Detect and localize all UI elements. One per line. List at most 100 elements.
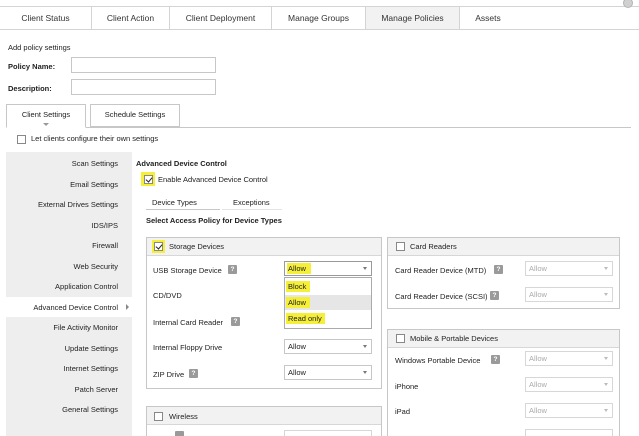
inner-tab-divider (222, 209, 282, 210)
sidebar-item-internet-settings[interactable]: Internet Settings (63, 364, 118, 373)
iphone-label: iPhone (395, 382, 419, 391)
card-reader-mtd-label: Card Reader Device (MTD) (395, 266, 487, 275)
let-clients-label: Let clients configure their own settings (31, 134, 159, 143)
chevron-right-icon (126, 304, 129, 310)
help-icon[interactable]: ? (490, 291, 499, 300)
option-allow-label: Allow (288, 298, 306, 307)
internal-floppy-dropdown[interactable]: Allow (284, 339, 372, 354)
sidebar-item-general-settings[interactable]: General Settings (62, 405, 118, 414)
policy-name-input[interactable] (71, 57, 216, 73)
tab-divider (6, 127, 631, 128)
let-clients-checkbox[interactable] (17, 135, 26, 144)
sidebar-item-web-security[interactable]: Web Security (74, 262, 118, 271)
internal-floppy-value: Allow (288, 342, 306, 351)
windows-portable-value: Allow (529, 354, 547, 363)
card-reader-mtd-dropdown[interactable]: Allow (525, 261, 613, 276)
mobile-devices-label: Mobile & Portable Devices (410, 334, 498, 343)
iphone-dropdown[interactable]: Allow (525, 377, 613, 392)
caret-down-icon (43, 123, 49, 126)
sidebar-item-email-settings[interactable]: Email Settings (70, 180, 118, 189)
usb-dropdown-options: Block Allow Read only (284, 277, 372, 329)
windows-portable-label: Windows Portable Device (395, 356, 481, 365)
sidebar-item-advanced-device-control[interactable]: Advanced Device Control (33, 303, 118, 312)
iphone-value: Allow (529, 380, 547, 389)
help-icon[interactable]: ? (189, 369, 198, 378)
tab-client-status[interactable]: Client Status (0, 7, 92, 29)
option-block-label: Block (288, 282, 307, 291)
wireless-label: Wireless (169, 412, 198, 421)
description-input[interactable] (71, 79, 216, 95)
card-reader-scsi-value: Allow (529, 290, 547, 299)
settings-sidebar: Scan Settings Email Settings External Dr… (6, 152, 132, 436)
card-reader-scsi-label: Card Reader Device (SCSI) (395, 292, 488, 301)
zip-drive-label: ZIP Drive (153, 370, 185, 379)
dropdown-option[interactable]: Block (285, 279, 371, 294)
wireless-checkbox[interactable] (154, 412, 163, 421)
usb-storage-dropdown[interactable]: Allow (284, 261, 372, 276)
tab-schedule-settings[interactable]: Schedule Settings (90, 104, 180, 127)
usb-storage-value: Allow (288, 264, 306, 273)
option-read-only-label: Read only (288, 314, 322, 323)
internal-floppy-label: Internal Floppy Drive (153, 343, 223, 352)
tab-client-settings-label: Client Settings (21, 110, 71, 119)
ipad-value: Allow (529, 406, 547, 415)
zip-drive-value: Allow (288, 368, 306, 377)
card-reader-mtd-value: Allow (529, 264, 547, 273)
mobile-next-dropdown[interactable] (525, 429, 613, 436)
tab-manage-groups[interactable]: Manage Groups (272, 7, 366, 29)
help-icon[interactable]: ? (231, 317, 240, 326)
help-icon[interactable]: ? (228, 265, 237, 274)
ipad-label: iPad (395, 407, 411, 416)
dropdown-option-selected[interactable]: Allow (285, 295, 371, 310)
tab-client-action[interactable]: Client Action (92, 7, 170, 29)
help-icon[interactable]: ? (491, 355, 500, 364)
description-label: Description: (8, 84, 52, 93)
sidebar-item-patch-server[interactable]: Patch Server (75, 385, 118, 394)
tab-assets[interactable]: Assets (460, 7, 516, 29)
inner-tab-device-types[interactable]: Device Types (152, 198, 197, 207)
access-policy-title: Select Access Policy for Device Types (146, 216, 282, 225)
inner-tab-underline (146, 209, 220, 210)
storage-devices-checkbox[interactable] (154, 242, 163, 251)
usb-storage-label: USB Storage Device (153, 266, 222, 275)
help-icon[interactable]: ? (494, 265, 503, 274)
enable-adc-label: Enable Advanced Device Control (158, 175, 268, 184)
chevron-down-icon (604, 267, 608, 270)
zip-drive-dropdown[interactable]: Allow (284, 365, 372, 380)
sidebar-item-application-control[interactable]: Application Control (55, 282, 118, 291)
tab-client-settings[interactable]: Client Settings (6, 104, 86, 128)
tab-client-deployment[interactable]: Client Deployment (170, 7, 272, 29)
storage-devices-label: Storage Devices (169, 242, 225, 251)
mobile-devices-checkbox[interactable] (396, 334, 405, 343)
dropdown-option[interactable]: Read only (285, 311, 371, 326)
windows-portable-dropdown[interactable]: Allow (525, 351, 613, 366)
chevron-down-icon (604, 293, 608, 296)
chevron-down-icon (604, 409, 608, 412)
card-readers-label: Card Readers (410, 242, 457, 251)
policy-name-label: Policy Name: (8, 62, 56, 71)
sidebar-item-scan-settings[interactable]: Scan Settings (72, 159, 118, 168)
chevron-down-icon (363, 267, 367, 270)
chevron-down-icon (604, 357, 608, 360)
chevron-down-icon (363, 371, 367, 374)
sidebar-item-external-drives-settings[interactable]: External Drives Settings (38, 200, 118, 209)
internal-card-reader-label: Internal Card Reader (153, 318, 224, 327)
card-readers-checkbox[interactable] (396, 242, 405, 251)
section-title: Add policy settings (8, 43, 71, 52)
sidebar-item-update-settings[interactable]: Update Settings (65, 344, 118, 353)
inner-tab-exceptions[interactable]: Exceptions (233, 198, 270, 207)
wireless-dropdown[interactable] (284, 430, 372, 436)
sidebar-item-file-activity-monitor[interactable]: File Activity Monitor (53, 323, 118, 332)
sidebar-item-ids-ips[interactable]: IDS/IPS (91, 221, 118, 230)
ipad-dropdown[interactable]: Allow (525, 403, 613, 418)
card-reader-scsi-dropdown[interactable]: Allow (525, 287, 613, 302)
tab-manage-policies[interactable]: Manage Policies (366, 7, 460, 29)
sidebar-item-firewall[interactable]: Firewall (92, 241, 118, 250)
top-navigation: Client Status Client Action Client Deplo… (0, 6, 639, 30)
chevron-down-icon (363, 345, 367, 348)
chevron-down-icon (604, 383, 608, 386)
cd-dvd-label: CD/DVD (153, 291, 182, 300)
enable-adc-checkbox[interactable] (144, 175, 153, 184)
adc-title: Advanced Device Control (136, 159, 227, 168)
help-icon[interactable] (175, 431, 184, 436)
